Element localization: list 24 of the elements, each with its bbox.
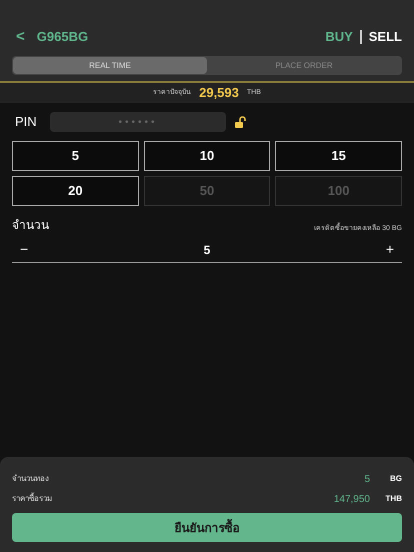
summary-label: จำนวนทอง xyxy=(12,473,49,485)
decrease-button[interactable]: − xyxy=(20,239,28,260)
confirm-button[interactable]: ยืนยันการซื้อ xyxy=(12,513,402,542)
increase-button[interactable]: + xyxy=(386,239,394,260)
view-tab[interactable]: REAL TIME xyxy=(13,57,207,74)
mode-tab[interactable]: SELL xyxy=(368,27,402,47)
summary-value: 147,950 xyxy=(334,492,370,506)
summary-unit: THB xyxy=(384,493,402,505)
summary-unit: BG xyxy=(389,473,402,485)
product-title: G965BG xyxy=(36,28,88,46)
price-value: 29,593 xyxy=(199,84,239,102)
amount-button[interactable]: 5 xyxy=(12,141,139,171)
summary-label: ราคาซื้อรวม xyxy=(12,493,52,505)
pin-label: PIN xyxy=(15,113,38,132)
mode-tab[interactable]: BUY xyxy=(325,27,353,47)
pin-field[interactable]: •••••• xyxy=(50,112,226,132)
amount-button[interactable]: 15 xyxy=(275,141,402,171)
amount-button[interactable]: 10 xyxy=(144,141,270,171)
amount-button[interactable]: 20 xyxy=(12,176,139,206)
quantity-value: 5 xyxy=(204,242,210,258)
back-button[interactable]: < xyxy=(12,26,29,48)
quantity-label: จำนวน xyxy=(12,217,49,234)
unlocked-lock-icon[interactable] xyxy=(234,116,246,128)
summary-value: 5 xyxy=(364,472,370,486)
